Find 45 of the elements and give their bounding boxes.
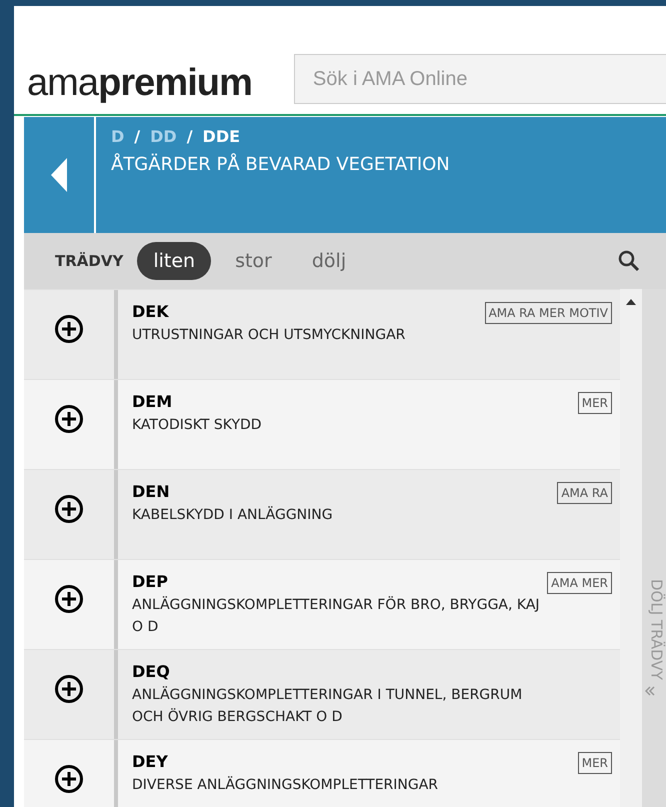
view-tab[interactable]: stor [219,242,288,280]
tree-row[interactable]: DEY MER DIVERSE ANLÄGGNINGSKOMPLETTERINGAR [24,739,620,807]
scroll-up-icon[interactable] [626,299,636,305]
row-title: KABELSKYDD I ANLÄGGNING [132,505,334,525]
tree-row[interactable]: DEN AMA RA KABELSKYDD I ANLÄGGNING [24,469,620,559]
row-title: DIVERSE ANLÄGGNINGSKOMPLETTERINGAR [132,775,440,795]
plus-circle-icon[interactable] [54,764,84,794]
plus-circle-icon[interactable] [54,404,84,434]
double-chevron-icon [645,686,655,696]
breadcrumb-separator: / [186,126,193,148]
tag-label: AMA MER [547,572,612,594]
row-code: DEK [132,301,169,323]
tag-label: AMA RA MER MOTIV [484,302,612,324]
search-icon[interactable] [618,250,640,272]
search-field[interactable]: Sök i AMA Online [294,54,666,104]
section-title: ÅTGÄRDER PÅ BEVARAD VEGETATION [111,152,450,177]
row-code: DEM [132,391,172,413]
tag-label: MER [578,392,612,414]
back-arrow-icon [51,158,67,192]
row-title: ANLÄGGNINGSKOMPLETTERINGAR I TUNNEL, BERGRUM OCH ÖVRIG BERGSCHAKT O D [132,685,524,727]
row-code: DEQ [132,661,170,683]
breadcrumb-separator: / [134,126,140,148]
tree-row[interactable]: DEP AMA MER ANLÄGGNINGSKOMPLETTERINGAR FÖR BRO, BRYGGA, KAJ O D [24,559,620,649]
row-code: DEN [132,481,170,503]
row-title: KATODISKT SKYDD [132,416,263,435]
view-tab[interactable]: liten [137,242,212,280]
row-code: DEP [132,571,168,593]
plus-circle-icon[interactable] [54,674,84,704]
row-title: ANLÄGGNINGSKOMPLETTERINGAR FÖR BRO, BRYGGA, KAJ O D [132,595,541,637]
breadcrumb-link[interactable]: DDE [202,125,240,149]
logo[interactable]: amapremium [27,64,252,102]
plus-circle-icon[interactable] [54,584,84,614]
tag-label: MER [578,752,612,774]
row-code: DEY [132,751,168,773]
plus-circle-icon[interactable] [54,494,84,524]
toolbar-label: TRÄDVY [55,250,124,272]
view-tab[interactable]: dölj [296,242,362,280]
hide-tree-label: DÖLJ TRÄDVY [646,579,666,680]
tree-row[interactable]: DEQ ANLÄGGNINGSKOMPLETTERINGAR I TUNNEL, BERGRUM OCH ÖVRIG BERGSCHAKT O D [24,649,620,739]
tag-label: AMA RA [557,482,612,504]
plus-circle-icon[interactable] [54,314,84,344]
tree-row[interactable]: DEK AMA RA MER MOTIV UTRUSTNINGAR OCH UTSMYCKNINGAR [24,289,620,379]
tree-row[interactable]: DEM MER KATODISKT SKYDD [24,379,620,469]
scrollbar[interactable] [620,289,642,807]
row-title: UTRUSTNINGAR OCH UTSMYCKNINGAR [132,326,406,345]
